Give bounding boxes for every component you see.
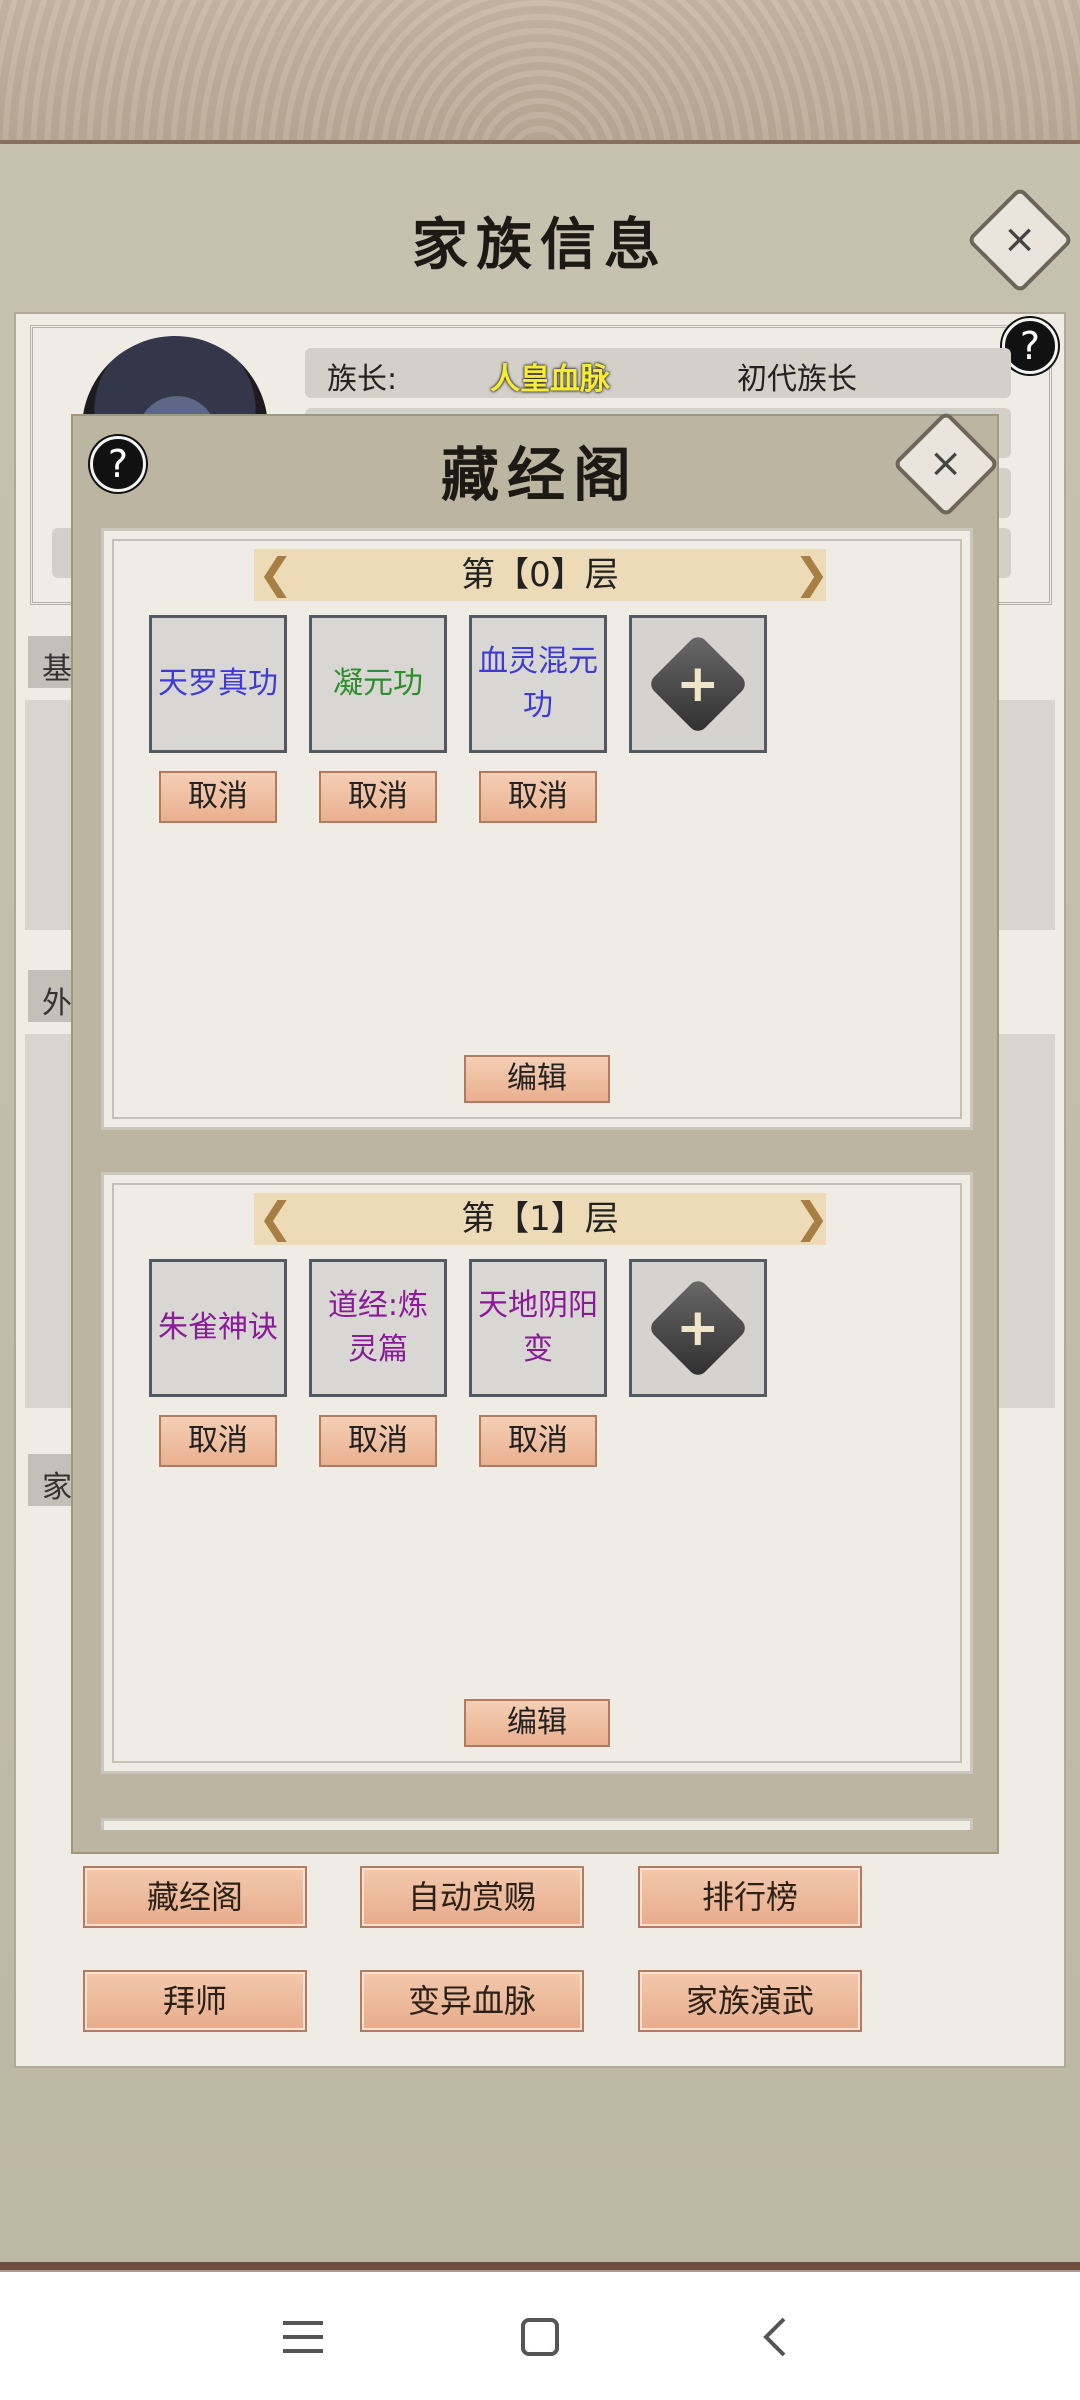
next-floor-icon[interactable]: ❯ <box>794 1193 829 1245</box>
floor-header: ❮ 第【1】层 ❯ <box>254 1193 829 1245</box>
mutation-bloodline-button[interactable]: 变异血脉 <box>360 1970 584 2032</box>
leader-title: 初代族长 <box>737 362 857 397</box>
modal-title: 藏经阁 <box>440 441 639 509</box>
prev-floor-icon[interactable]: ❮ <box>258 549 293 601</box>
skill-slot[interactable]: 凝元功 <box>309 615 447 753</box>
skill-slot[interactable]: 天罗真功 <box>149 615 287 753</box>
close-icon: × <box>996 223 1043 257</box>
add-skill-slot[interactable]: + <box>629 615 767 753</box>
leader-row: 族长: 人皇血脉 初代族长 <box>305 348 1011 398</box>
skill-slot[interactable]: 血灵混元功 <box>469 615 607 753</box>
cancel-button[interactable]: 取消 <box>159 771 277 823</box>
skill-slot[interactable]: 朱雀神诀 <box>149 1259 287 1397</box>
edit-button[interactable]: 编辑 <box>464 1699 610 1747</box>
skill-name: 朱雀神诀 <box>158 1310 278 1345</box>
prev-floor-icon[interactable]: ❮ <box>258 1193 293 1245</box>
skill-slot[interactable]: 天地阴阳变 <box>469 1259 607 1397</box>
scripture-pavilion-button[interactable]: 藏经阁 <box>83 1866 307 1928</box>
plus-icon: + <box>647 633 749 735</box>
cancel-button[interactable]: 取消 <box>479 1415 597 1467</box>
leaderboard-button[interactable]: 排行榜 <box>638 1866 862 1928</box>
back-button[interactable] <box>735 2302 815 2372</box>
system-nav-bar <box>0 2272 1080 2400</box>
add-skill-slot[interactable]: + <box>629 1259 767 1397</box>
cancel-button[interactable]: 取消 <box>159 1415 277 1467</box>
close-icon: × <box>922 447 969 481</box>
floor-header: ❮ 第【0】层 ❯ <box>254 549 829 601</box>
next-floor-icon[interactable]: ❯ <box>794 549 829 601</box>
leader-label: 族长: <box>327 362 398 397</box>
cancel-button[interactable]: 取消 <box>319 771 437 823</box>
skill-name: 血灵混元功 <box>478 644 598 723</box>
cancel-button[interactable]: 取消 <box>319 1415 437 1467</box>
help-icon: ? <box>107 442 129 486</box>
family-martial-button[interactable]: 家族演武 <box>638 1970 862 2032</box>
skill-name: 道经:炼灵篇 <box>327 1288 429 1367</box>
edit-button[interactable]: 编辑 <box>464 1055 610 1103</box>
home-button[interactable] <box>500 2302 580 2372</box>
floor-card-0: ❮ 第【0】层 ❯ 天罗真功 凝元功 血灵混元功 + 取消 取消 取消 编辑 <box>101 528 973 1130</box>
side-tab-family[interactable]: 家 <box>28 1454 76 1506</box>
floor-card-2-peek <box>101 1818 973 1830</box>
skill-name: 天罗真功 <box>158 666 278 701</box>
skill-name: 天地阴阳变 <box>478 1288 598 1367</box>
plus-icon: + <box>647 1277 749 1379</box>
side-tab-outer[interactable]: 外 <box>28 970 76 1022</box>
family-info-title: 家族信息 <box>412 212 668 278</box>
side-tab-basic[interactable]: 基 <box>28 636 76 688</box>
menu-icon <box>283 2321 323 2353</box>
floor-card-1: ❮ 第【1】层 ❯ 朱雀神诀 道经:炼灵篇 天地阴阳变 + 取消 取消 取消 编… <box>101 1172 973 1774</box>
apprentice-button[interactable]: 拜师 <box>83 1970 307 2032</box>
recent-apps-button[interactable] <box>263 2302 343 2372</box>
leader-name: 人皇血脉 <box>490 362 610 397</box>
skill-name: 凝元功 <box>333 666 423 701</box>
home-icon <box>521 2318 559 2356</box>
back-icon <box>763 2317 786 2357</box>
auto-reward-button[interactable]: 自动赏赐 <box>360 1866 584 1928</box>
cancel-button[interactable]: 取消 <box>479 771 597 823</box>
floor-label: 第【0】层 <box>461 555 619 595</box>
modal-help-button[interactable]: ? <box>90 436 146 492</box>
help-icon: ? <box>1019 324 1041 368</box>
floor-label: 第【1】层 <box>461 1199 619 1239</box>
skill-slot[interactable]: 道经:炼灵篇 <box>309 1259 447 1397</box>
top-decoration <box>0 0 1080 150</box>
